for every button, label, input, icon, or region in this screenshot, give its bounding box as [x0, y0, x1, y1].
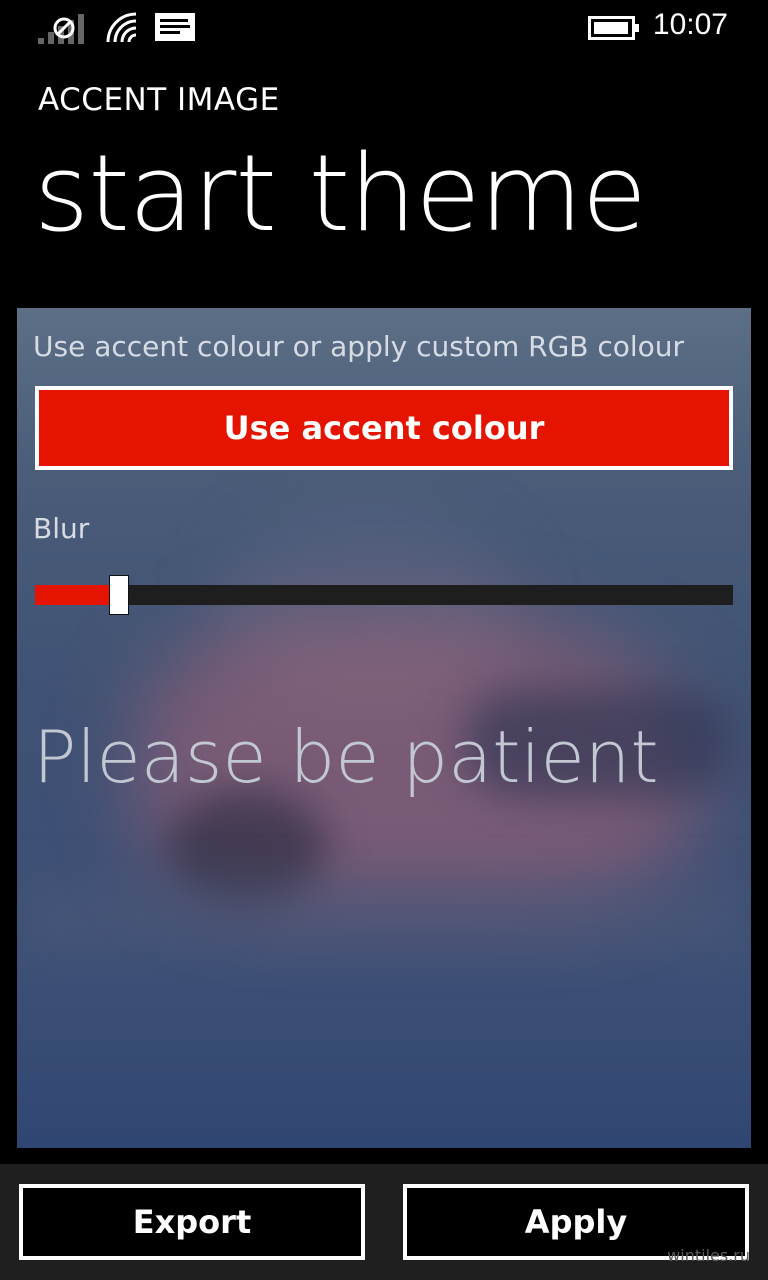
export-button[interactable]: Export	[19, 1184, 365, 1260]
blur-slider[interactable]	[35, 575, 733, 615]
status-bar: 10:07	[0, 0, 768, 56]
status-time: 10:07	[652, 8, 728, 41]
blur-label: Blur	[33, 512, 90, 545]
page-title: start theme	[34, 132, 647, 255]
accent-caption: Use accent colour or apply custom RGB co…	[33, 330, 685, 363]
wifi-icon	[106, 12, 137, 43]
loading-message: Please be patient	[33, 715, 659, 799]
preview-blur-shape	[17, 878, 751, 958]
use-accent-colour-button[interactable]: Use accent colour	[35, 386, 733, 470]
battery-icon	[588, 16, 639, 40]
message-icon	[155, 13, 195, 41]
blur-slider-thumb[interactable]	[108, 575, 129, 615]
signal-icon	[38, 14, 84, 44]
watermark: wintiles.ru	[667, 1246, 750, 1265]
blur-slider-fill	[35, 585, 119, 605]
app-title: ACCENT IMAGE	[38, 82, 280, 118]
